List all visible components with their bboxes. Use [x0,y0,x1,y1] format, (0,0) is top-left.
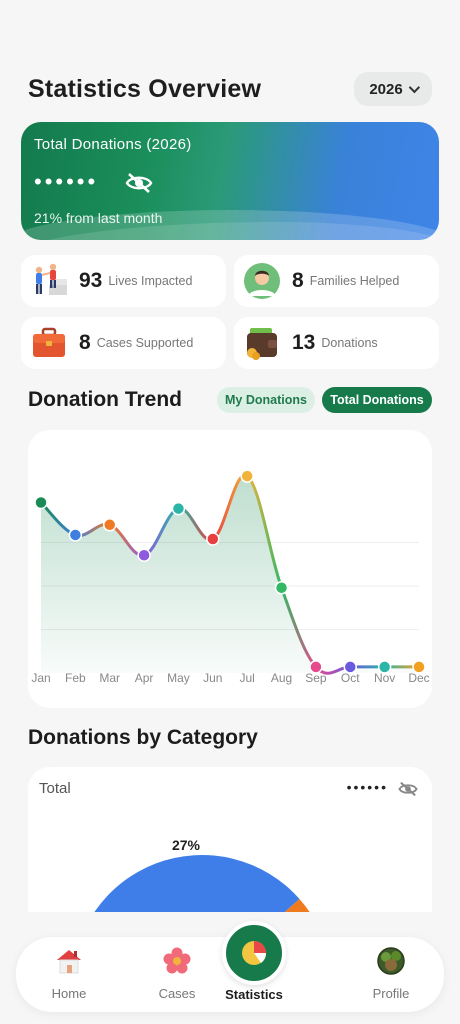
category-total-label: Total [39,780,71,797]
family-avatar-icon [242,261,282,301]
nav-profile[interactable]: Profile [346,947,436,1001]
profile-avatar-icon [377,947,405,980]
stat-donations[interactable]: 13 Donations [234,317,439,369]
wallet-icon [242,323,282,363]
header: Statistics Overview 2026 [28,72,432,106]
chevron-down-icon [408,81,420,94]
x-tick-label: Jun [203,671,222,685]
stat-value: 8 [79,331,91,354]
home-icon [55,947,83,980]
stat-label: Cases Supported [96,336,194,350]
nav-cases[interactable]: Cases [132,947,222,1001]
page-title: Statistics Overview [28,74,262,103]
total-donations-title: Total Donations (2026) [34,136,192,153]
pie-slice-label: 27% [172,837,201,853]
x-tick-label: Feb [65,671,86,685]
tab-total-donations[interactable]: Total Donations [322,387,432,413]
bottom-nav: Home Cases Statistics Profile [16,921,444,1012]
stat-cases-supported[interactable]: 8 Cases Supported [21,317,226,369]
x-tick-label: Mar [99,671,120,685]
x-tick-label: Nov [374,671,395,685]
people-icon [29,261,69,301]
x-tick-label: Apr [135,671,154,685]
x-tick-label: Jul [240,671,255,685]
stat-value: 8 [292,269,304,292]
stat-value: 13 [292,331,316,354]
data-point-mar[interactable] [102,518,117,532]
change-text: 21% from last month [34,210,163,226]
nav-home[interactable]: Home [24,947,114,1001]
masked-amount: •••••• [34,169,99,194]
data-point-jul[interactable] [240,469,254,483]
donation-trend-chart: Jan Feb Mar Apr May Jun Jul Aug Sep Oct Nov Dec [28,430,432,708]
briefcase-icon [29,323,69,363]
x-tick-label: Dec [408,671,429,685]
x-tick-label: Oct [341,671,360,685]
category-masked-amount: •••••• [346,779,388,795]
stat-label: Lives Impacted [108,274,193,288]
x-tick-label: Aug [271,671,292,685]
donation-trend-title: Donation Trend [28,388,182,411]
stat-label: Families Helped [309,274,400,288]
trend-chart-svg: Jan Feb Mar Apr May Jun Jul Aug Sep Oct Nov Dec [31,469,430,685]
statistics-fab[interactable] [222,921,286,985]
flower-icon [163,947,191,980]
stat-value: 93 [79,269,103,292]
x-tick-label: Sep [305,671,327,685]
tab-my-donations[interactable]: My Donations [217,387,315,413]
data-point-feb[interactable] [68,528,83,542]
data-point-jan[interactable] [34,495,48,510]
data-point-apr[interactable] [137,548,151,563]
year-value: 2026 [369,80,403,98]
year-dropdown[interactable]: 2026 [354,72,432,106]
stat-families-helped[interactable]: 8 Families Helped [234,255,439,307]
stat-lives-impacted[interactable]: 93 Lives Impacted [21,255,226,307]
data-point-may[interactable] [171,501,186,516]
nav-statistics[interactable]: Statistics [222,921,286,1002]
nav-label: Profile [372,986,410,1001]
data-point-jun[interactable] [206,532,220,546]
eye-off-icon[interactable] [125,172,153,199]
x-tick-label: May [167,671,190,685]
total-donations-card: Total Donations (2026) •••••• 21% from l… [21,122,439,240]
nav-label: Home [51,986,87,1001]
stat-label: Donations [321,336,378,350]
pie-chart-icon [242,941,267,965]
eye-off-icon[interactable] [398,781,418,802]
nav-label: Statistics [225,987,283,1002]
data-point-aug[interactable] [274,580,289,595]
nav-label: Cases [158,986,196,1001]
donations-by-category-title: Donations by Category [28,726,258,749]
x-tick-label: Jan [31,671,50,685]
